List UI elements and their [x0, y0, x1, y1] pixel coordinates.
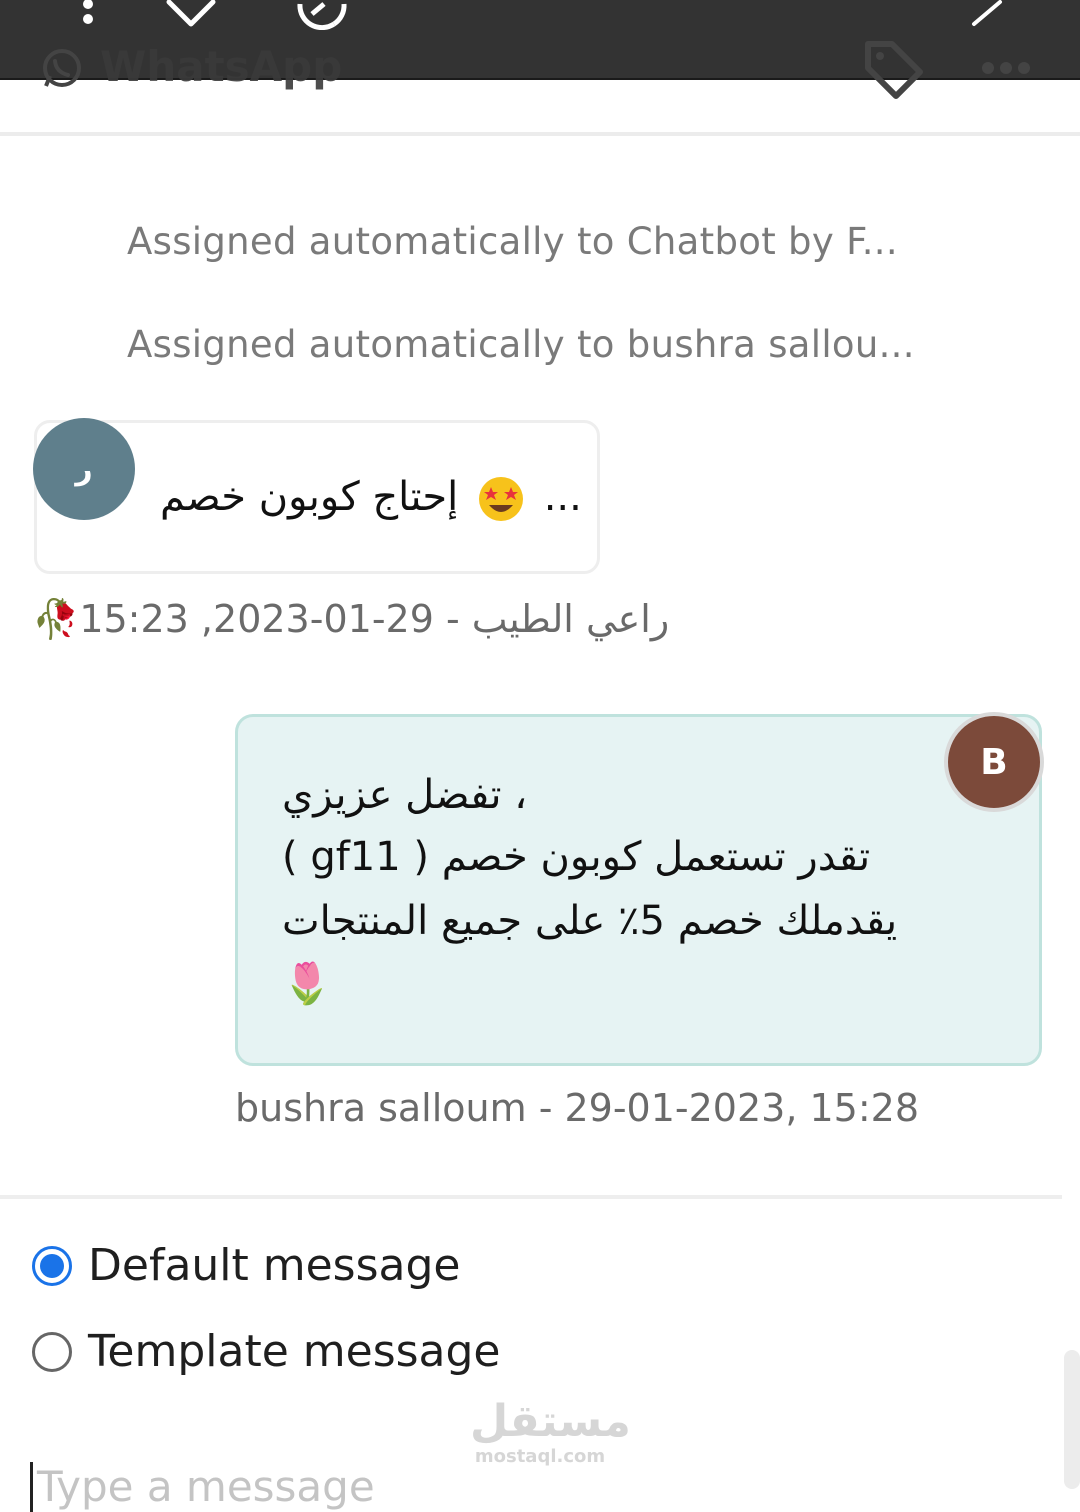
watermark-arabic: مستقل — [470, 1396, 631, 1447]
message-ellipsis: ... — [543, 474, 582, 520]
outgoing-message-line: 🌷 — [282, 961, 332, 1007]
message-timestamp: - 29-01-2023, 15:23 — [79, 597, 460, 641]
sync-icon[interactable] — [294, 0, 350, 30]
radio-default-message[interactable]: Default message — [32, 1240, 461, 1291]
divider — [0, 1195, 1062, 1199]
heart-icon[interactable] — [165, 0, 217, 30]
outgoing-message-line: ( gf11 ) تقدر تستعمل كوبون خصم — [282, 834, 871, 880]
message-input[interactable]: Type a message — [30, 1462, 375, 1512]
outgoing-message-line: تفضل عزيزي ، — [282, 772, 528, 818]
outgoing-message-meta: bushra salloum - 29-01-2023, 15:28 — [235, 1086, 919, 1130]
avatar-initial: ر — [75, 451, 93, 487]
message-body: إحتاج كوبون خصم — [160, 474, 459, 520]
watermark: مستقل mostaql.com — [470, 1396, 631, 1468]
radio-label: Template message — [88, 1326, 501, 1377]
tag-icon[interactable] — [862, 36, 926, 100]
star-struck-emoji-icon — [478, 477, 523, 521]
radio-unselected-icon[interactable] — [32, 1331, 72, 1372]
radio-selected-icon[interactable] — [32, 1245, 72, 1286]
arrow-icon[interactable] — [970, 0, 1006, 28]
radio-label: Default message — [88, 1240, 461, 1291]
app-title: WhatsApp — [100, 42, 343, 91]
whatsapp-icon — [43, 49, 81, 87]
incoming-message-text: إحتاج كوبون خصم ... — [160, 474, 582, 523]
more-horizontal-icon[interactable] — [980, 60, 1032, 76]
radio-template-message[interactable]: Template message — [32, 1326, 501, 1377]
more-vertical-icon[interactable] — [78, 0, 98, 30]
incoming-message-meta: 🥀راعي الطيب - 29-01-2023, 15:23 — [32, 597, 669, 642]
avatar: ر — [33, 418, 135, 520]
avatar-initial: B — [980, 741, 1008, 783]
scrollbar[interactable] — [1064, 1350, 1080, 1489]
avatar: B — [944, 712, 1044, 812]
outgoing-message-bubble — [235, 714, 1042, 1066]
system-message: Assigned automatically to bushra sallou.… — [127, 323, 915, 366]
watermark-latin: mostaql.com — [474, 1446, 606, 1467]
outgoing-message-line: يقدملك خصم 5٪ على جميع المنتجات — [282, 898, 898, 944]
system-message: Assigned automatically to Chatbot by F..… — [127, 220, 898, 263]
